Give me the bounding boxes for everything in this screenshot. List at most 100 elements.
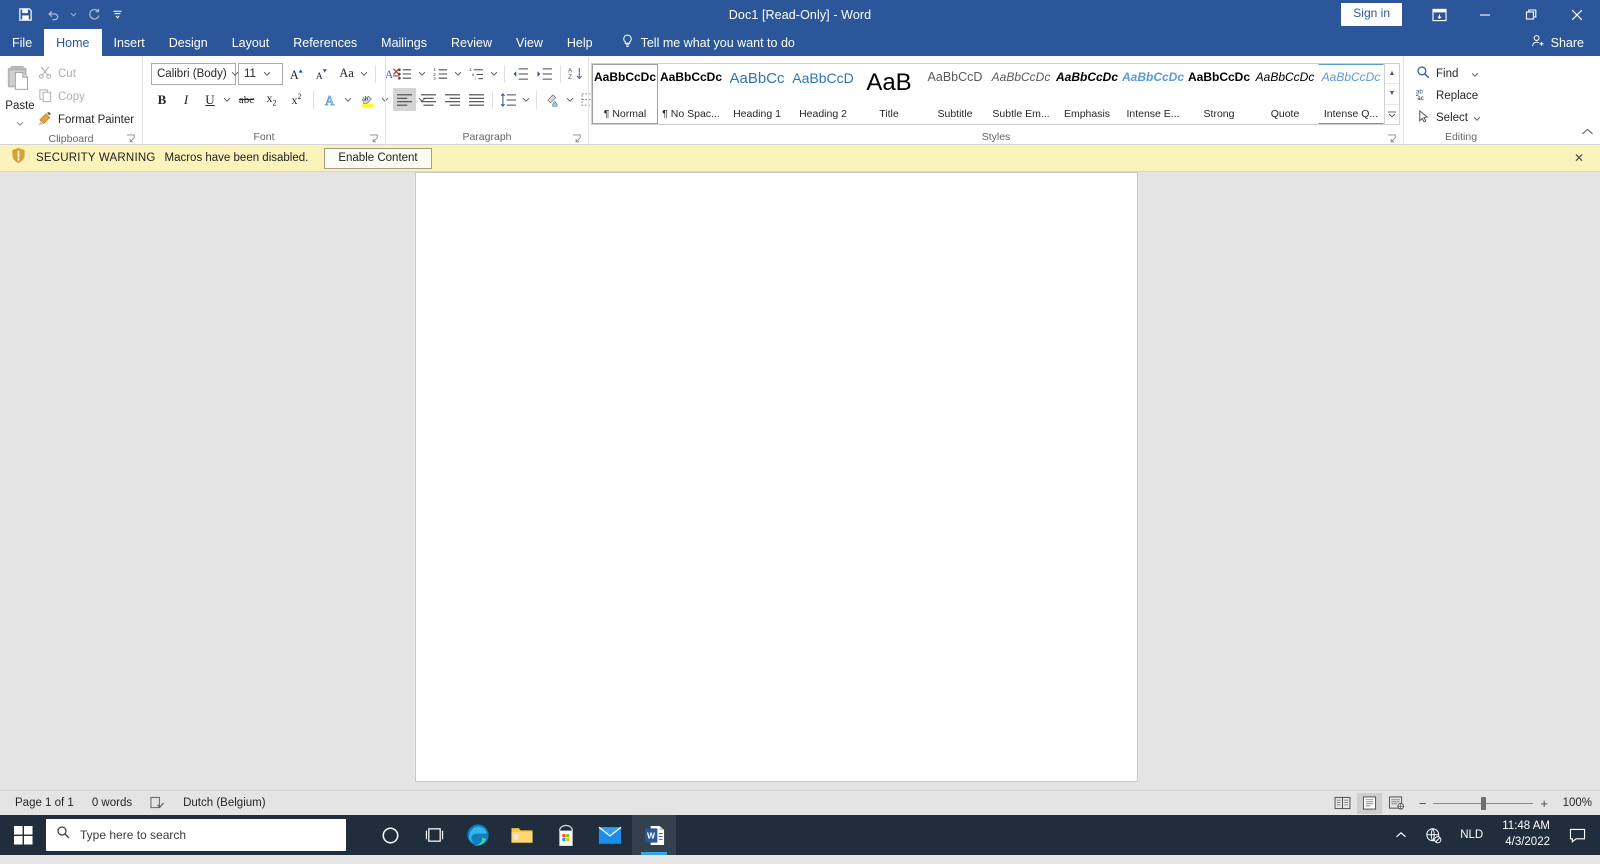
bold-button[interactable]: B xyxy=(151,88,173,111)
tab-mailings[interactable]: Mailings xyxy=(369,29,439,56)
tab-review[interactable]: Review xyxy=(439,29,504,56)
chevron-down-icon[interactable] xyxy=(564,97,576,102)
change-case-button[interactable]: Aa xyxy=(335,62,358,85)
numbering-button[interactable]: 123 xyxy=(429,62,452,85)
style-subtitle[interactable]: AaBbCcD Subtitle xyxy=(922,64,988,124)
minimize-icon[interactable] xyxy=(1462,0,1508,29)
tab-file[interactable]: File xyxy=(0,29,44,56)
style-subtle-emphasis[interactable]: AaBbCcDc Subtle Em... xyxy=(988,64,1054,124)
find-button[interactable]: Find xyxy=(1413,63,1486,84)
read-mode-button[interactable] xyxy=(1330,793,1355,814)
proofing-errors-icon[interactable] xyxy=(141,793,174,814)
word-icon[interactable]: W xyxy=(632,815,676,855)
style-intense-quote[interactable]: AaBbCcDc Intense Q... xyxy=(1318,64,1384,124)
increase-font-size-button[interactable]: A xyxy=(285,62,308,85)
input-language-indicator[interactable]: NLD xyxy=(1451,815,1492,855)
style-quote[interactable]: AaBbCcDc Quote xyxy=(1252,64,1318,124)
clock[interactable]: 11:48 AM 4/3/2022 xyxy=(1492,819,1560,850)
microsoft-store-icon[interactable] xyxy=(544,815,588,855)
line-spacing-split[interactable] xyxy=(497,88,532,111)
zoom-in-button[interactable]: + xyxy=(1540,796,1548,811)
restore-icon[interactable] xyxy=(1508,0,1554,29)
start-icon[interactable] xyxy=(0,815,46,855)
save-icon[interactable] xyxy=(12,3,38,27)
chevron-down-icon[interactable] xyxy=(416,71,428,76)
document-page[interactable] xyxy=(415,172,1138,782)
subscript-button[interactable]: x2 xyxy=(260,88,283,111)
superscript-button[interactable]: x2 xyxy=(285,88,308,111)
underline-split[interactable]: U xyxy=(199,88,233,111)
styles-scroll-up-button[interactable]: ▲ xyxy=(1385,64,1399,84)
edge-icon[interactable] xyxy=(456,815,500,855)
chevron-down-icon[interactable] xyxy=(358,71,370,76)
style-intense-emphasis[interactable]: AaBbCcDc Intense E... xyxy=(1120,64,1186,124)
select-button[interactable]: Select xyxy=(1413,107,1486,128)
undo-dropdown-icon[interactable] xyxy=(68,3,78,27)
tab-insert[interactable]: Insert xyxy=(102,29,157,56)
zoom-level[interactable]: 100% xyxy=(1558,797,1592,809)
multilevel-list-button[interactable]: 1ai xyxy=(465,62,488,85)
share-button[interactable]: Share xyxy=(1521,29,1600,56)
search-input[interactable]: Type here to search xyxy=(46,819,346,851)
tab-home[interactable]: Home xyxy=(44,29,102,56)
clipboard-dialog-launcher[interactable] xyxy=(126,132,138,144)
undo-icon[interactable] xyxy=(40,3,66,27)
align-right-button[interactable] xyxy=(441,88,464,111)
change-case-split[interactable]: Aa xyxy=(335,62,370,85)
align-left-button[interactable] xyxy=(393,88,416,111)
tab-layout[interactable]: Layout xyxy=(220,29,282,56)
chevron-down-icon[interactable] xyxy=(452,71,464,76)
cortana-icon[interactable] xyxy=(368,815,412,855)
multilevel-list-split[interactable]: 1ai xyxy=(465,62,500,85)
text-highlight-color-button[interactable]: ab xyxy=(356,88,379,111)
redo-icon[interactable] xyxy=(80,3,106,27)
enable-content-button[interactable]: Enable Content xyxy=(324,147,432,169)
style-heading-2[interactable]: AaBbCcD Heading 2 xyxy=(790,64,856,124)
italic-button[interactable]: I xyxy=(175,88,197,111)
sort-button[interactable]: AZ xyxy=(565,62,588,85)
close-security-warning-icon[interactable]: ✕ xyxy=(1570,149,1588,167)
styles-scroll-down-button[interactable]: ▼ xyxy=(1385,83,1399,104)
file-explorer-icon[interactable] xyxy=(500,815,544,855)
print-layout-button[interactable] xyxy=(1356,792,1382,814)
tab-design[interactable]: Design xyxy=(157,29,220,56)
strikethrough-button[interactable]: abc xyxy=(235,88,258,111)
decrease-indent-button[interactable] xyxy=(509,62,532,85)
style-no-spacing[interactable]: AaBbCcDc ¶ No Spac... xyxy=(658,64,724,124)
text-effects-button[interactable]: A xyxy=(319,88,342,111)
style-heading-1[interactable]: AaBbCс Heading 1 xyxy=(724,64,790,124)
page-number-status[interactable]: Page 1 of 1 xyxy=(6,793,83,814)
underline-button[interactable]: U xyxy=(199,88,221,111)
chevron-down-icon[interactable] xyxy=(1473,112,1481,124)
tab-help[interactable]: Help xyxy=(555,29,605,56)
notification-icon[interactable] xyxy=(1560,815,1600,855)
close-icon[interactable] xyxy=(1554,0,1600,29)
text-effects-split[interactable]: A xyxy=(319,88,354,111)
zoom-slider-track[interactable] xyxy=(1433,796,1534,810)
zoom-slider-thumb[interactable] xyxy=(1481,796,1487,810)
style-title[interactable]: AaB Title xyxy=(856,64,922,124)
styles-more-button[interactable] xyxy=(1385,103,1399,124)
paste-button[interactable]: Paste xyxy=(5,60,35,131)
paragraph-dialog-launcher[interactable] xyxy=(572,132,584,144)
chevron-down-icon[interactable] xyxy=(488,71,500,76)
zoom-out-button[interactable]: − xyxy=(1419,796,1427,811)
tab-references[interactable]: References xyxy=(281,29,369,56)
ribbon-display-options-icon[interactable] xyxy=(1416,0,1462,29)
increase-indent-button[interactable] xyxy=(533,62,556,85)
replace-button[interactable]: ab ac Replace xyxy=(1413,85,1486,106)
bullets-button[interactable] xyxy=(393,62,416,85)
chevron-down-icon[interactable] xyxy=(1471,68,1479,80)
word-count-status[interactable]: 0 words xyxy=(83,793,141,814)
style-emphasis[interactable]: AaBbCcDc Emphasis xyxy=(1054,64,1120,124)
numbering-split[interactable]: 123 xyxy=(429,62,464,85)
tab-view[interactable]: View xyxy=(504,29,555,56)
sign-in-button[interactable]: Sign in xyxy=(1341,3,1402,26)
shading-button[interactable] xyxy=(541,88,564,111)
decrease-font-size-button[interactable]: A xyxy=(310,62,333,85)
format-painter-button[interactable]: Format Painter xyxy=(35,109,139,130)
font-name-combo[interactable]: Calibri (Body) xyxy=(151,62,238,85)
paste-dropdown-icon[interactable] xyxy=(16,113,24,131)
tell-me-search[interactable]: Tell me what you want to do xyxy=(611,29,805,56)
network-globe-icon[interactable] xyxy=(1416,815,1451,855)
